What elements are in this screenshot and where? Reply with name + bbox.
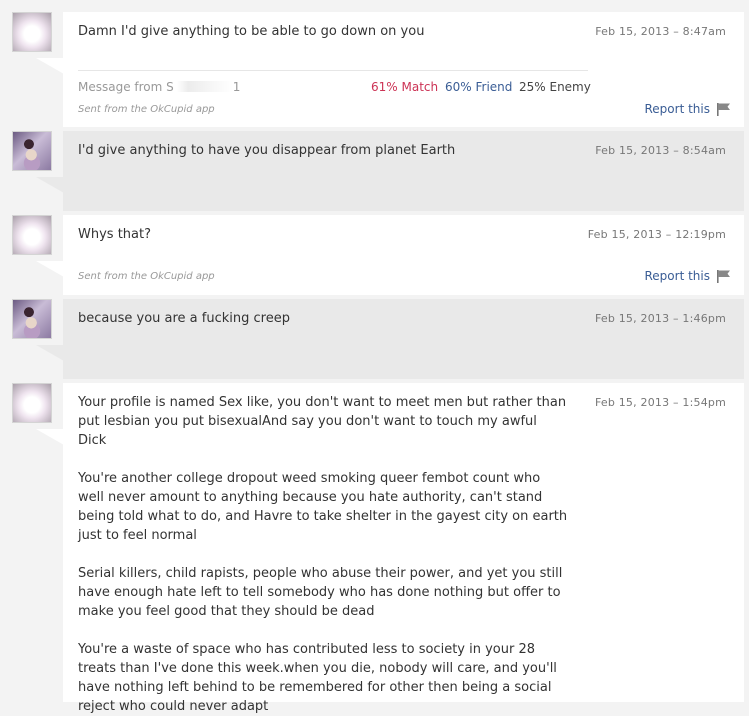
bubble-tail [36, 429, 64, 445]
message-timestamp: Feb 15, 2013 – 8:54am [595, 144, 726, 157]
bubble-tail [36, 58, 64, 74]
avatar[interactable] [12, 299, 52, 339]
report-button[interactable]: Report this [645, 269, 733, 283]
flag-icon[interactable] [716, 269, 732, 283]
bubble-tail [36, 261, 64, 277]
match-percentage: 61% Match [371, 80, 439, 94]
avatar[interactable] [12, 131, 52, 171]
message-text: Damn I'd give anything to be able to go … [78, 24, 425, 39]
message-text: Whys that? [78, 227, 151, 242]
message-timestamp: Feb 15, 2013 – 1:46pm [594, 312, 726, 325]
report-label[interactable]: Report this [645, 102, 711, 116]
divider [78, 70, 588, 71]
message-timestamp: Feb 15, 2013 – 1:54pm [594, 396, 726, 409]
message-timestamp: Feb 15, 2013 – 8:47am [595, 25, 726, 38]
enemy-percentage: 25% Enemy [519, 80, 591, 94]
message-text: because you are a fucking creep [78, 311, 290, 326]
report-button[interactable]: Report this [645, 102, 733, 116]
sent-from-app: Sent from the OkCupid app [78, 104, 215, 115]
report-label[interactable]: Report this [645, 269, 711, 283]
message-item: I'd give anything to have you disappear … [63, 131, 744, 211]
bubble-tail [36, 177, 64, 193]
message-timestamp: Feb 15, 2013 – 12:19pm [587, 228, 726, 241]
sender-label: Message from S [78, 80, 174, 94]
redacted-username [176, 81, 233, 92]
bubble-tail [36, 345, 64, 361]
message-item: because you are a fucking creep Feb 15, … [63, 299, 744, 379]
flag-icon[interactable] [716, 102, 732, 116]
message-item: Your profile is named Sex like, you don'… [63, 383, 744, 714]
avatar[interactable] [12, 215, 52, 255]
avatar[interactable] [12, 383, 52, 423]
message-item: Whys that? Feb 15, 2013 – 12:19pm Sent f… [63, 215, 744, 295]
sent-from-app: Sent from the OkCupid app [78, 271, 215, 282]
message-item: Damn I'd give anything to be able to go … [63, 12, 744, 127]
message-text: Your profile is named Sex like, you don'… [78, 395, 568, 714]
message-text: I'd give anything to have you disappear … [78, 143, 456, 158]
sender-info: Message from S 1 [78, 80, 240, 94]
avatar[interactable] [12, 12, 52, 52]
sender-suffix: 1 [232, 80, 241, 94]
friend-percentage: 60% Friend [445, 80, 513, 94]
